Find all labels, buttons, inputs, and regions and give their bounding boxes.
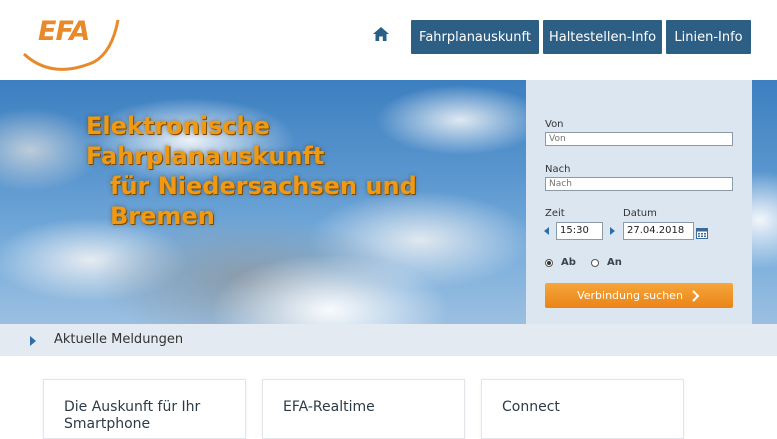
- card-connect[interactable]: Connect: [481, 379, 684, 439]
- nav-haltestellen-info[interactable]: Haltestellen-Info: [543, 20, 662, 54]
- radio-departure-label: Ab: [561, 257, 576, 268]
- chevron-right-icon: [692, 289, 700, 302]
- card-title: Die Auskunft für Ihr Smartphone: [64, 399, 201, 432]
- time-label: Zeit: [545, 208, 565, 219]
- card-title: EFA-Realtime: [283, 399, 375, 415]
- hero-title-line: Elektronische: [86, 112, 270, 140]
- time-field[interactable]: 15:30: [556, 222, 603, 240]
- card-efa-realtime[interactable]: EFA-Realtime: [262, 379, 465, 439]
- to-input[interactable]: [545, 177, 733, 191]
- radio-departure[interactable]: [545, 259, 553, 267]
- logo-swoosh-icon: [22, 19, 120, 71]
- hero-title: Elektronische Fahrplanauskunft für Niede…: [86, 111, 417, 231]
- news-label: Aktuelle Meldungen: [54, 332, 184, 347]
- site-header: EFA Fahrplanauskunft Haltestellen-Info L…: [0, 0, 777, 80]
- calendar-icon[interactable]: [696, 224, 708, 239]
- hero-title-line: für Niedersachsen und: [110, 172, 417, 200]
- date-field[interactable]: 27.04.2018: [623, 222, 694, 240]
- radio-arrival[interactable]: [591, 259, 599, 267]
- date-label: Datum: [623, 208, 657, 219]
- efa-logo[interactable]: EFA: [22, 14, 122, 72]
- news-bar[interactable]: Aktuelle Meldungen: [0, 324, 777, 356]
- home-icon[interactable]: [372, 26, 392, 46]
- nav-fahrplanauskunft[interactable]: Fahrplanauskunft: [411, 20, 539, 54]
- hero-title-line: Bremen: [110, 202, 215, 230]
- card-title: Connect: [502, 399, 560, 415]
- radio-arrival-label: An: [607, 257, 622, 268]
- to-label: Nach: [545, 164, 571, 175]
- from-label: Von: [545, 119, 564, 130]
- hero-title-line: Fahrplanauskunft: [86, 142, 325, 170]
- search-connection-button[interactable]: Verbindung suchen: [545, 283, 733, 308]
- card-smartphone[interactable]: Die Auskunft für Ihr Smartphone: [43, 379, 246, 439]
- time-increment-icon[interactable]: [610, 227, 615, 235]
- search-connection-label: Verbindung suchen: [577, 289, 683, 302]
- time-decrement-icon[interactable]: [544, 227, 549, 235]
- nav-linien-info[interactable]: Linien-Info: [666, 20, 751, 54]
- from-input[interactable]: [545, 132, 733, 146]
- expand-arrow-icon: [30, 336, 36, 346]
